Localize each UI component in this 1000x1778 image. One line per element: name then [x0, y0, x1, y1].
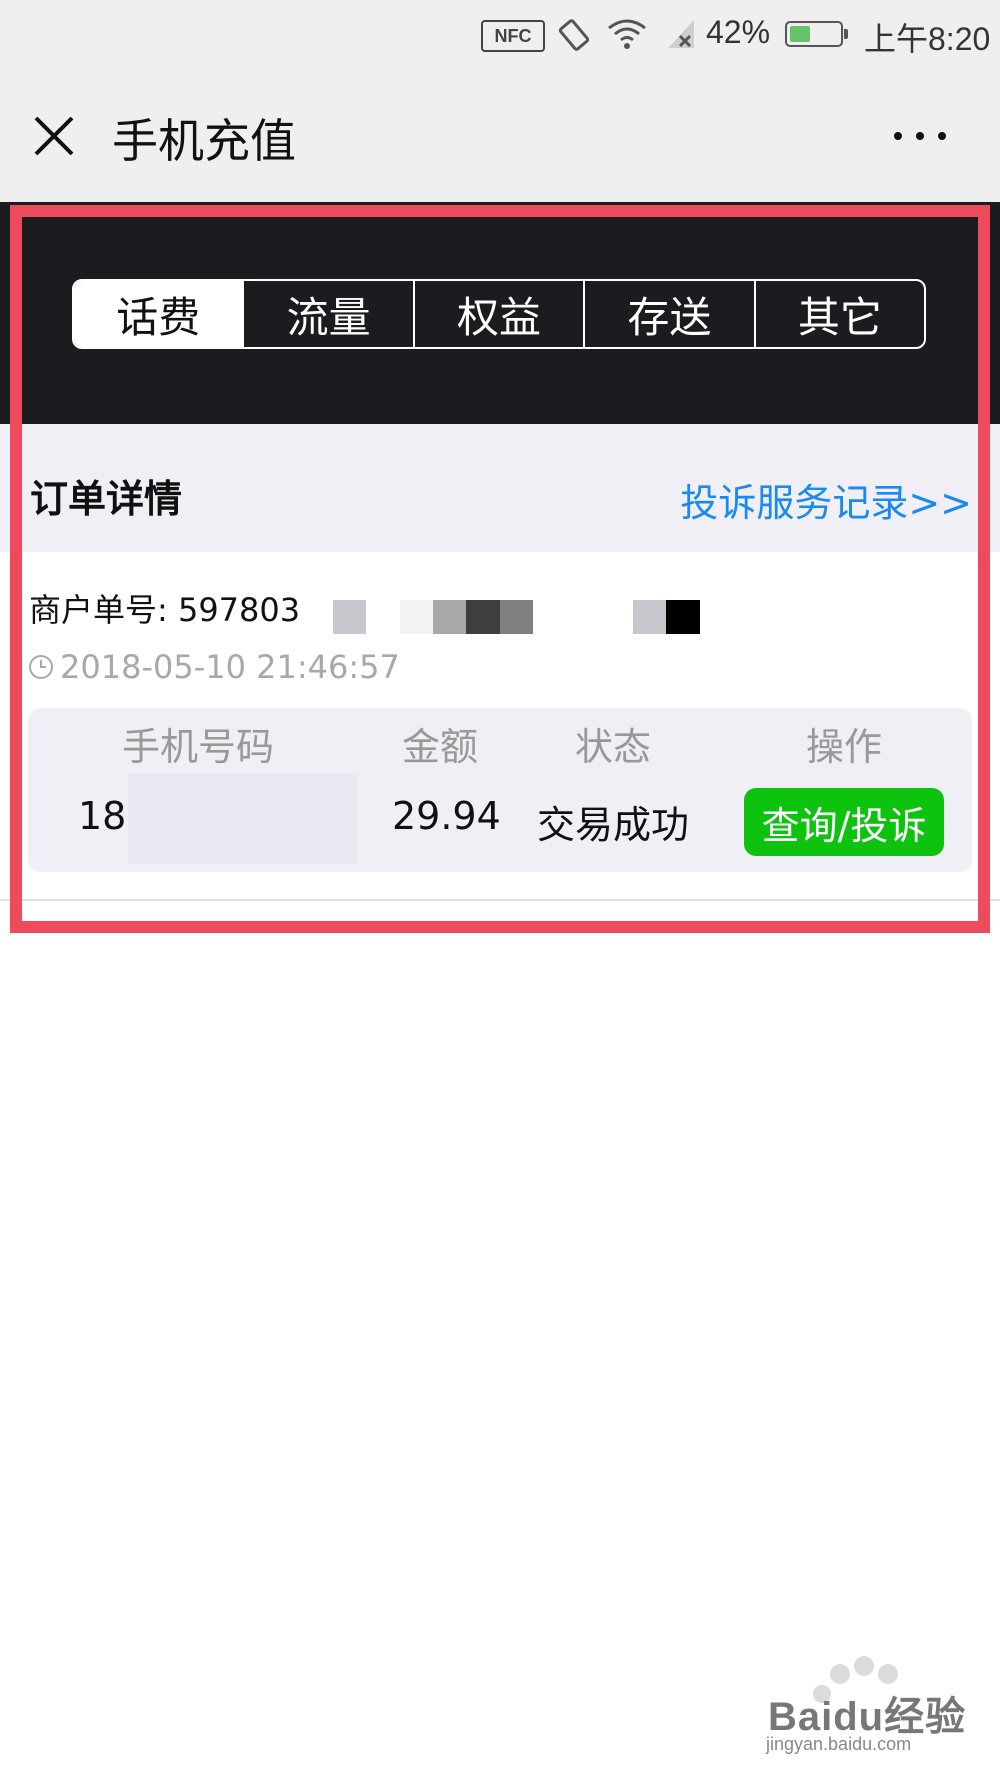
rotation-lock-icon	[558, 19, 590, 51]
page-title: 手机充值	[112, 114, 296, 168]
battery-icon	[785, 21, 848, 47]
wifi-icon	[608, 19, 646, 49]
close-icon[interactable]	[32, 114, 76, 158]
watermark-url: jingyan.baidu.com	[766, 1734, 912, 1754]
nfc-icon: NFC	[481, 20, 545, 52]
status-bar: NFC 42% 上午8:20	[0, 0, 1000, 72]
highlight-annotation-box	[10, 205, 990, 933]
app-header: 手机充值	[0, 72, 1000, 202]
clock-time: 上午8:20	[864, 21, 991, 57]
battery-level	[790, 26, 810, 42]
signal-icon	[668, 20, 694, 48]
battery-percent: 42%	[706, 14, 771, 50]
more-horizontal-icon[interactable]	[890, 124, 950, 148]
